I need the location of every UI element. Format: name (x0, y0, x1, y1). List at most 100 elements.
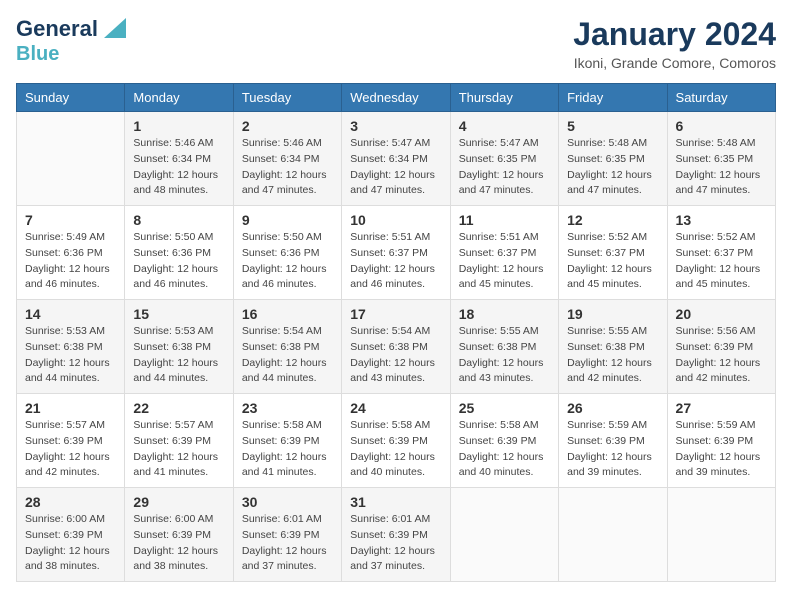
day-number: 27 (676, 400, 767, 416)
day-number: 14 (25, 306, 116, 322)
day-number: 17 (350, 306, 441, 322)
day-number: 13 (676, 212, 767, 228)
table-row: 14 Sunrise: 5:53 AMSunset: 6:38 PMDayligh… (17, 300, 125, 394)
day-number: 10 (350, 212, 441, 228)
table-row: 22 Sunrise: 5:57 AMSunset: 6:39 PMDayligh… (125, 394, 233, 488)
table-row: 4 Sunrise: 5:47 AMSunset: 6:35 PMDaylight… (450, 112, 558, 206)
table-row: 26 Sunrise: 5:59 AMSunset: 6:39 PMDayligh… (559, 394, 667, 488)
table-row: 6 Sunrise: 5:48 AMSunset: 6:35 PMDaylight… (667, 112, 775, 206)
table-row: 23 Sunrise: 5:58 AMSunset: 6:39 PMDayligh… (233, 394, 341, 488)
logo: General Blue (16, 16, 126, 65)
day-info: Sunrise: 5:57 AMSunset: 6:39 PMDaylight:… (133, 418, 224, 481)
header-friday: Friday (559, 84, 667, 112)
day-info: Sunrise: 6:00 AMSunset: 6:39 PMDaylight:… (133, 512, 224, 575)
day-number: 30 (242, 494, 333, 510)
day-info: Sunrise: 5:47 AMSunset: 6:35 PMDaylight:… (459, 136, 550, 199)
day-number: 23 (242, 400, 333, 416)
logo-text-line2: Blue (16, 43, 59, 65)
day-number: 22 (133, 400, 224, 416)
table-row: 29 Sunrise: 6:00 AMSunset: 6:39 PMDayligh… (125, 488, 233, 582)
table-row: 21Sunrise: 5:57 AMSunset: 6:39 PMDayligh… (17, 394, 125, 488)
day-number: 12 (567, 212, 658, 228)
calendar-week-row: 21 Sunrise: 5:57 AMSunset: 6:39 PMDayligh… (17, 394, 776, 488)
day-number: 31 (350, 494, 441, 510)
day-number: 24 (350, 400, 441, 416)
table-row: 15Sunrise: 5:53 AMSunset: 6:38 PMDayligh… (125, 300, 233, 394)
header-wednesday: Wednesday (342, 84, 450, 112)
day-number: 6 (676, 118, 767, 134)
day-number: 21 (25, 400, 116, 416)
table-row: 20Sunrise: 5:56 AMSunset: 6:39 PMDayligh… (667, 300, 775, 394)
calendar-header-row: Sunday Monday Tuesday Wednesday Thursday… (17, 84, 776, 112)
day-number: 3 (350, 118, 441, 134)
table-row: 31 Sunrise: 6:01 AMSunset: 6:39 PMDayligh… (342, 488, 450, 582)
day-number: 7 (25, 212, 116, 228)
table-row: 17 Sunrise: 5:54 AMSunset: 6:38 PMDayligh… (342, 300, 450, 394)
calendar-week-row: 14 Sunrise: 5:53 AMSunset: 6:38 PMDayligh… (17, 300, 776, 394)
day-info: Sunrise: 5:56 AMSunset: 6:39 PMDaylight:… (676, 324, 767, 387)
day-info: Sunrise: 5:58 AMSunset: 6:39 PMDaylight:… (459, 418, 550, 481)
day-info: Sunrise: 5:58 AMSunset: 6:39 PMDaylight:… (242, 418, 333, 481)
day-info: Sunrise: 5:53 AMSunset: 6:38 PMDaylight:… (25, 324, 116, 387)
day-info: Sunrise: 5:50 AMSunset: 6:36 PMDaylight:… (133, 230, 224, 293)
header-tuesday: Tuesday (233, 84, 341, 112)
subtitle: Ikoni, Grande Comore, Comoros (573, 55, 776, 71)
day-info: Sunrise: 6:01 AMSunset: 6:39 PMDaylight:… (350, 512, 441, 575)
day-info: Sunrise: 5:48 AMSunset: 6:35 PMDaylight:… (676, 136, 767, 199)
page-header: General Blue January 2024 Ikoni, Grande … (16, 16, 776, 71)
day-number: 8 (133, 212, 224, 228)
day-info: Sunrise: 5:52 AMSunset: 6:37 PMDaylight:… (567, 230, 658, 293)
title-area: January 2024 Ikoni, Grande Comore, Comor… (573, 16, 776, 71)
day-number: 4 (459, 118, 550, 134)
day-info: Sunrise: 5:46 AMSunset: 6:34 PMDaylight:… (133, 136, 224, 199)
calendar-week-row: 1Sunrise: 5:46 AMSunset: 6:34 PMDaylight… (17, 112, 776, 206)
day-number: 9 (242, 212, 333, 228)
table-row (559, 488, 667, 582)
table-row: 27 Sunrise: 5:59 AMSunset: 6:39 PMDayligh… (667, 394, 775, 488)
day-info: Sunrise: 5:50 AMSunset: 6:36 PMDaylight:… (242, 230, 333, 293)
table-row: 12 Sunrise: 5:52 AMSunset: 6:37 PMDayligh… (559, 206, 667, 300)
table-row: 8 Sunrise: 5:50 AMSunset: 6:36 PMDaylight… (125, 206, 233, 300)
table-row: 2 Sunrise: 5:46 AMSunset: 6:34 PMDaylight… (233, 112, 341, 206)
day-info: Sunrise: 6:00 AMSunset: 6:39 PMDaylight:… (25, 512, 116, 575)
day-number: 28 (25, 494, 116, 510)
header-thursday: Thursday (450, 84, 558, 112)
day-info: Sunrise: 5:59 AMSunset: 6:39 PMDaylight:… (676, 418, 767, 481)
header-saturday: Saturday (667, 84, 775, 112)
header-monday: Monday (125, 84, 233, 112)
table-row: 5Sunrise: 5:48 AMSunset: 6:35 PMDaylight… (559, 112, 667, 206)
table-row: 1Sunrise: 5:46 AMSunset: 6:34 PMDaylight… (125, 112, 233, 206)
table-row: 30 Sunrise: 6:01 AMSunset: 6:39 PMDayligh… (233, 488, 341, 582)
day-info: Sunrise: 5:55 AMSunset: 6:38 PMDaylight:… (459, 324, 550, 387)
day-info: Sunrise: 5:54 AMSunset: 6:38 PMDaylight:… (242, 324, 333, 387)
table-row: 16Sunrise: 5:54 AMSunset: 6:38 PMDayligh… (233, 300, 341, 394)
day-info: Sunrise: 5:46 AMSunset: 6:34 PMDaylight:… (242, 136, 333, 199)
table-row: 3 Sunrise: 5:47 AMSunset: 6:34 PMDaylight… (342, 112, 450, 206)
table-row (667, 488, 775, 582)
day-info: Sunrise: 6:01 AMSunset: 6:39 PMDaylight:… (242, 512, 333, 575)
day-number: 5 (567, 118, 658, 134)
table-row: 18 Sunrise: 5:55 AMSunset: 6:38 PMDayligh… (450, 300, 558, 394)
table-row (17, 112, 125, 206)
table-row: 10Sunrise: 5:51 AMSunset: 6:37 PMDayligh… (342, 206, 450, 300)
table-row: 24 Sunrise: 5:58 AMSunset: 6:39 PMDayligh… (342, 394, 450, 488)
day-info: Sunrise: 5:51 AMSunset: 6:37 PMDaylight:… (459, 230, 550, 293)
day-info: Sunrise: 5:53 AMSunset: 6:38 PMDaylight:… (133, 324, 224, 387)
table-row: 25 Sunrise: 5:58 AMSunset: 6:39 PMDayligh… (450, 394, 558, 488)
day-info: Sunrise: 5:59 AMSunset: 6:39 PMDaylight:… (567, 418, 658, 481)
day-info: Sunrise: 5:54 AMSunset: 6:38 PMDaylight:… (350, 324, 441, 387)
table-row: 11Sunrise: 5:51 AMSunset: 6:37 PMDayligh… (450, 206, 558, 300)
calendar-week-row: 7Sunrise: 5:49 AMSunset: 6:36 PMDaylight… (17, 206, 776, 300)
day-number: 19 (567, 306, 658, 322)
table-row: 28 Sunrise: 6:00 AMSunset: 6:39 PMDayligh… (17, 488, 125, 582)
day-info: Sunrise: 5:52 AMSunset: 6:37 PMDaylight:… (676, 230, 767, 293)
day-number: 2 (242, 118, 333, 134)
table-row: 19 Sunrise: 5:55 AMSunset: 6:38 PMDayligh… (559, 300, 667, 394)
day-info: Sunrise: 5:55 AMSunset: 6:38 PMDaylight:… (567, 324, 658, 387)
day-info: Sunrise: 5:47 AMSunset: 6:34 PMDaylight:… (350, 136, 441, 199)
day-number: 29 (133, 494, 224, 510)
day-number: 26 (567, 400, 658, 416)
day-number: 25 (459, 400, 550, 416)
day-info: Sunrise: 5:58 AMSunset: 6:39 PMDaylight:… (350, 418, 441, 481)
day-number: 18 (459, 306, 550, 322)
